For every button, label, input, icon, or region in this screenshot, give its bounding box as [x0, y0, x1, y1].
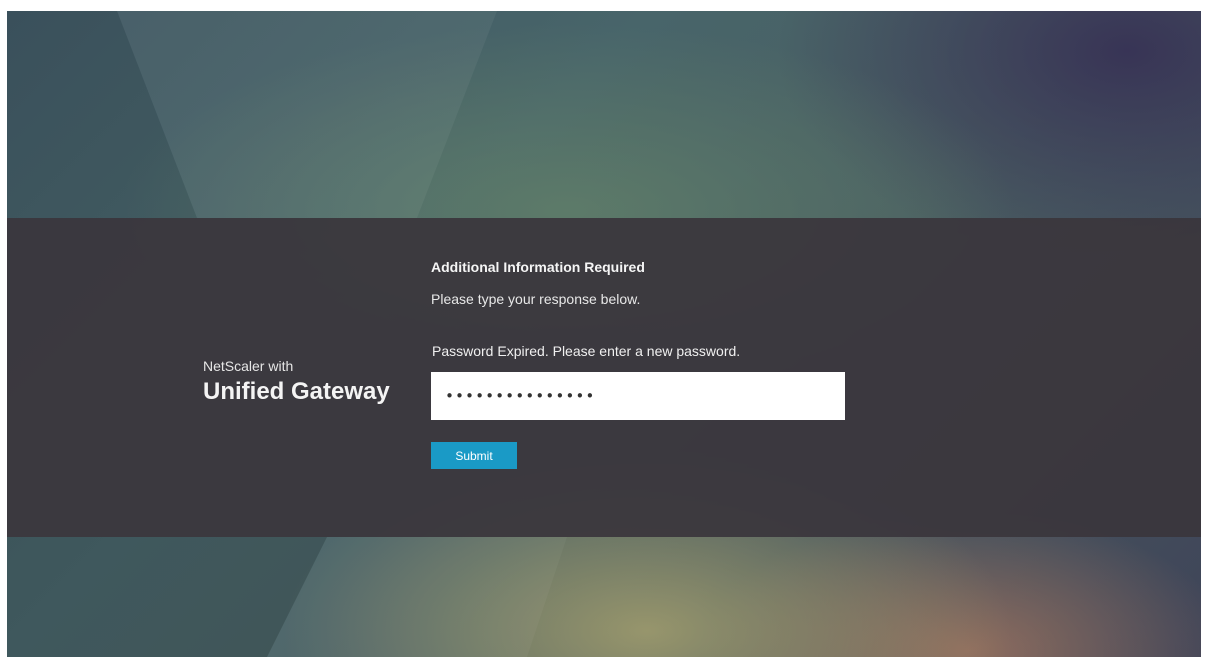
new-password-label: Password Expired. Please enter a new pas…	[432, 343, 741, 359]
submit-button[interactable]: Submit	[431, 442, 517, 469]
form-heading: Additional Information Required	[431, 259, 645, 275]
form-instructions: Please type your response below.	[431, 291, 641, 307]
login-screen: NetScaler with Unified Gateway Additiona…	[7, 11, 1201, 657]
password-form: Additional Information Required Please t…	[431, 258, 951, 469]
brand-logo: NetScaler with Unified Gateway	[203, 357, 390, 407]
login-panel: NetScaler with Unified Gateway Additiona…	[7, 218, 1201, 537]
new-password-field[interactable]	[431, 372, 845, 420]
brand-prefix: NetScaler with	[203, 358, 294, 374]
brand-product-name: Unified Gateway	[203, 378, 390, 405]
